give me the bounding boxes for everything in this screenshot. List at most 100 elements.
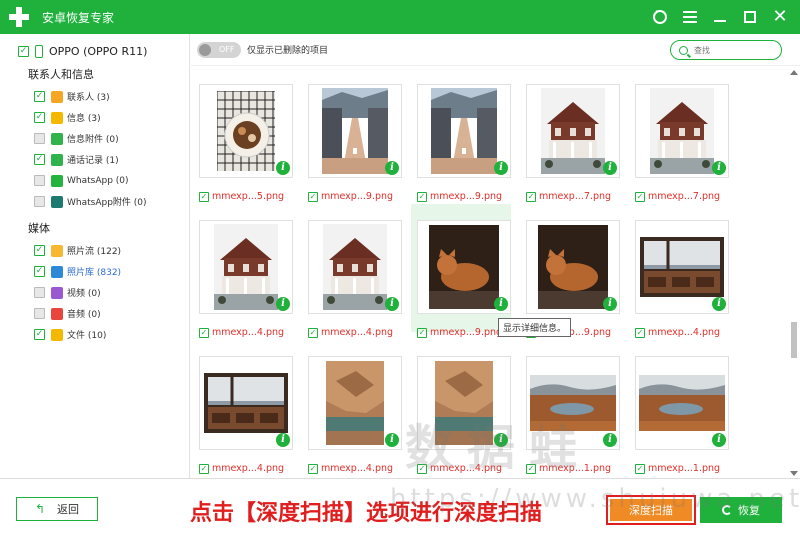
contacts-item-checkbox[interactable] (34, 133, 45, 144)
media-item[interactable]: ✓ 照片流 (122) (0, 240, 189, 261)
info-icon[interactable]: i (276, 297, 290, 311)
media-item-checkbox[interactable]: ✓ (34, 245, 45, 256)
media-item-checkbox[interactable]: ✓ (34, 266, 45, 277)
info-icon[interactable]: i (712, 161, 726, 175)
photo-checkbox[interactable]: ✓ (526, 191, 536, 202)
photo-checkbox[interactable]: ✓ (417, 463, 427, 474)
photo-card[interactable]: i✓mmexp...9.png (411, 68, 511, 202)
photo-checkbox[interactable]: ✓ (308, 463, 318, 474)
media-item[interactable]: 音频 (0) (0, 303, 189, 324)
info-icon[interactable]: i (276, 433, 290, 447)
photo-filename-row: ✓ mmexp...5.png (199, 191, 284, 202)
restore-button[interactable]: 恢复 (700, 497, 782, 523)
media-item-checkbox[interactable]: ✓ (34, 329, 45, 340)
media-item-checkbox[interactable] (34, 308, 45, 319)
info-icon[interactable]: i (276, 161, 290, 175)
photo-checkbox[interactable]: ✓ (417, 327, 427, 338)
contacts-item[interactable]: WhatsApp (0) (0, 170, 189, 191)
menu-icon[interactable] (682, 9, 698, 25)
photo-card[interactable]: i ✓ mmexp...4.png (411, 340, 511, 474)
info-icon[interactable]: i (494, 297, 508, 311)
contacts-item-checkbox[interactable]: ✓ (34, 154, 45, 165)
photo-thumbnail[interactable]: i (199, 220, 293, 314)
back-button[interactable]: ↰ 返回 (16, 497, 98, 521)
photo-checkbox[interactable]: ✓ (199, 191, 209, 202)
media-item-checkbox[interactable] (34, 287, 45, 298)
photo-checkbox[interactable]: ✓ (635, 463, 645, 474)
contacts-item-label: WhatsApp附件 (0) (67, 198, 147, 208)
photo-card[interactable]: i ✓ mmexp...1.png (629, 340, 729, 474)
maximize-icon[interactable] (742, 9, 758, 25)
photo-checkbox[interactable]: ✓ (635, 327, 645, 338)
minimize-icon[interactable] (712, 9, 728, 25)
scroll-down-icon[interactable] (790, 471, 798, 476)
photo-card[interactable]: i ✓ mmexp...7.png (520, 68, 620, 202)
info-icon[interactable]: i (385, 433, 399, 447)
info-icon[interactable]: i (494, 161, 508, 175)
photo-card[interactable]: i ✓ mmexp...4.png (193, 340, 293, 474)
contacts-item[interactable]: ✓ 联系人 (3) (0, 86, 189, 107)
contacts-item[interactable]: WhatsApp附件 (0) (0, 191, 189, 212)
info-icon[interactable]: i (385, 161, 399, 175)
photo-card[interactable]: i✓mmexp...9.png (411, 204, 511, 338)
photo-card[interactable]: i✓mmexp...9.png (302, 68, 402, 202)
photo-card[interactable]: i ✓ mmexp...7.png (629, 68, 729, 202)
photo-checkbox[interactable]: ✓ (199, 463, 209, 474)
chat-icon[interactable] (652, 7, 668, 25)
photo-card[interactable]: i ✓ mmexp...4.png (193, 204, 293, 338)
photo-card[interactable]: i✓mmexp...9.png (520, 204, 620, 338)
media-item[interactable]: ✓ 照片库 (832) (0, 261, 189, 282)
scroll-up-icon[interactable] (790, 70, 798, 75)
scrollbar[interactable] (790, 68, 798, 478)
contacts-item-checkbox[interactable]: ✓ (34, 112, 45, 123)
info-icon[interactable]: i (603, 297, 617, 311)
info-icon[interactable]: i (603, 161, 617, 175)
deep-scan-button[interactable]: 深度扫描 (610, 499, 692, 521)
info-icon[interactable]: i (494, 433, 508, 447)
photo-thumbnail[interactable]: i (417, 356, 511, 450)
photo-card[interactable]: i ✓ mmexp...5.png (193, 68, 293, 202)
photo-thumbnail[interactable]: i (526, 84, 620, 178)
photo-thumbnail[interactable]: i (526, 356, 620, 450)
media-item[interactable]: ✓ 文件 (10) (0, 324, 189, 345)
search-input[interactable] (694, 45, 774, 55)
photo-thumbnail[interactable]: i (526, 220, 620, 314)
photo-card[interactable]: i ✓ mmexp...4.png (302, 204, 402, 338)
close-icon[interactable]: ✕ (772, 8, 788, 26)
photo-card[interactable]: i ✓ mmexp...4.png (302, 340, 402, 474)
photo-thumbnail[interactable]: i (308, 84, 402, 178)
photo-checkbox[interactable]: ✓ (308, 191, 318, 202)
device-row[interactable]: ✓ OPPO (OPPO R11) (0, 38, 189, 64)
photo-thumbnail[interactable]: i (635, 84, 729, 178)
photo-thumbnail[interactable]: i (635, 220, 729, 314)
photo-checkbox[interactable]: ✓ (199, 327, 209, 338)
scroll-thumb[interactable] (791, 322, 797, 358)
photo-card[interactable]: i ✓ mmexp...4.png (629, 204, 729, 338)
photo-checkbox[interactable]: ✓ (308, 327, 318, 338)
photo-thumbnail[interactable]: i (199, 84, 293, 178)
contacts-item-checkbox[interactable]: ✓ (34, 91, 45, 102)
photo-thumbnail[interactable]: i (308, 220, 402, 314)
photo-checkbox[interactable]: ✓ (635, 191, 645, 202)
photo-thumbnail[interactable]: i (417, 84, 511, 178)
deleted-only-toggle[interactable]: OFF (197, 41, 241, 58)
photo-card[interactable]: i ✓ mmexp...1.png (520, 340, 620, 474)
info-icon[interactable]: i (385, 297, 399, 311)
info-icon[interactable]: i (603, 433, 617, 447)
photo-thumbnail[interactable]: i (308, 356, 402, 450)
device-checkbox[interactable]: ✓ (18, 45, 29, 57)
photo-thumbnail[interactable]: i (417, 220, 511, 314)
info-icon[interactable]: i (712, 297, 726, 311)
contacts-item[interactable]: ✓ 信息 (3) (0, 107, 189, 128)
contacts-item-checkbox[interactable] (34, 175, 45, 186)
info-icon[interactable]: i (712, 433, 726, 447)
photo-thumbnail[interactable]: i (199, 356, 293, 450)
search-box[interactable] (670, 40, 782, 60)
photo-checkbox[interactable]: ✓ (526, 463, 536, 474)
contacts-item[interactable]: 信息附件 (0) (0, 128, 189, 149)
photo-checkbox[interactable]: ✓ (417, 191, 427, 202)
contacts-item[interactable]: ✓ 通话记录 (1) (0, 149, 189, 170)
media-item[interactable]: 视频 (0) (0, 282, 189, 303)
contacts-item-checkbox[interactable] (34, 196, 45, 207)
photo-thumbnail[interactable]: i (635, 356, 729, 450)
